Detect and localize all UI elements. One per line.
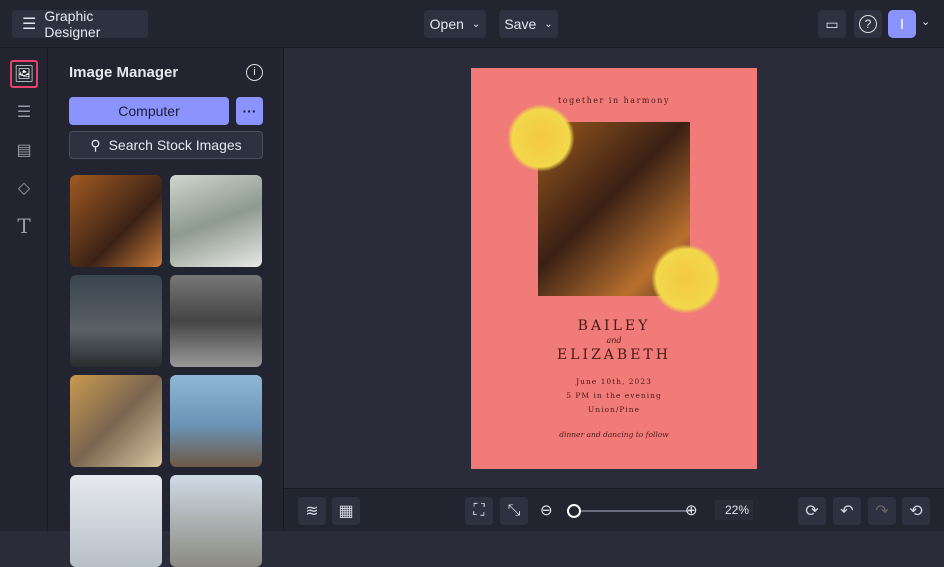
card-date: June 10th, 2023 xyxy=(576,377,652,386)
search-stock-button[interactable]: ⚲ Search Stock Images xyxy=(69,131,263,159)
panel-title: Image Manager xyxy=(69,64,179,81)
layers-button[interactable]: ≋ xyxy=(298,497,326,525)
chevron-down-icon: ⌄ xyxy=(471,18,481,30)
refresh-icon: ⟳ xyxy=(805,503,819,520)
comment-icon: ▭ xyxy=(825,15,839,32)
image-manager-panel: Image Manager i Computer ··· ⚲ Search Sto… xyxy=(48,48,284,567)
help-button[interactable]: ? xyxy=(854,10,882,38)
rotate-button[interactable]: ⟳ xyxy=(798,497,826,525)
card-venue: Union/Pine xyxy=(587,405,641,414)
bottom-toolbar: ≋ ▦ ⛶ ⤡ ⊖ ⊕ 22% ⟳ ↶ ↷ ⟲ xyxy=(284,488,944,531)
grid-button[interactable]: ▦ xyxy=(332,497,360,525)
help-icon: ? xyxy=(859,15,877,33)
tool-rail: 🖼︎ ☰ ▤ ◇ T xyxy=(0,48,48,531)
image-thumbnail[interactable] xyxy=(170,175,262,267)
hamburger-icon: ☰ xyxy=(22,16,37,33)
undo-button[interactable]: ↶ xyxy=(833,497,861,525)
adjustments-icon[interactable]: ☰ xyxy=(10,98,38,126)
menu-button[interactable]: ☰ Graphic Designer xyxy=(12,8,148,40)
shrink-icon: ⤡ xyxy=(507,502,521,519)
image-thumbnail[interactable] xyxy=(170,275,262,367)
image-thumbnail[interactable] xyxy=(70,475,162,567)
search-icon: ⚲ xyxy=(90,136,101,153)
zoom-out-icon[interactable]: ⊖ xyxy=(540,501,553,519)
flower-decoration xyxy=(507,104,575,172)
more-button[interactable]: ··· xyxy=(236,97,263,125)
open-button[interactable]: Open ⌄ xyxy=(424,10,486,38)
chevron-down-icon: ⌄ xyxy=(544,18,553,30)
layers-icon: ≋ xyxy=(305,503,319,520)
text-icon[interactable]: T xyxy=(10,212,38,240)
layout-icon[interactable]: ▤ xyxy=(10,136,38,164)
undo-icon: ↶ xyxy=(840,503,854,520)
zoom-slider-handle[interactable] xyxy=(567,504,582,518)
zoom-value[interactable]: 22% xyxy=(715,500,753,520)
fit-screen-button[interactable]: ⛶ xyxy=(465,497,493,525)
computer-button[interactable]: Computer xyxy=(69,97,229,125)
card-name-2: ELIZABETH xyxy=(557,347,671,363)
shrink-button[interactable]: ⤡ xyxy=(500,497,528,525)
expand-icon: ⛶ xyxy=(473,502,485,519)
chevron-down-icon[interactable]: ⌄ xyxy=(921,15,930,28)
zoom-in-icon[interactable]: ⊕ xyxy=(685,501,698,519)
zoom-slider[interactable] xyxy=(567,504,692,518)
shapes-icon[interactable]: ◇ xyxy=(10,174,38,202)
image-thumbnail[interactable] xyxy=(70,175,162,267)
flower-decoration xyxy=(651,244,721,314)
image-thumbnail[interactable] xyxy=(70,275,162,367)
image-thumbnail[interactable] xyxy=(170,375,262,467)
app-title: Graphic Designer xyxy=(44,8,101,40)
save-label: Save xyxy=(504,16,537,32)
grid-icon: ▦ xyxy=(338,503,354,520)
image-thumbnail[interactable] xyxy=(70,375,162,467)
redo-button[interactable]: ↷ xyxy=(868,497,896,525)
card-footer: dinner and dancing to follow xyxy=(559,430,669,439)
save-button[interactable]: Save ⌄ xyxy=(499,10,558,38)
image-thumbnail[interactable] xyxy=(170,475,262,567)
top-bar: ☰ Graphic Designer Open ⌄ Save ⌄ ▭ ? I ⌄ xyxy=(0,0,944,48)
redo-icon: ↷ xyxy=(875,503,889,520)
card-name-1: BAILEY xyxy=(577,318,651,334)
open-label: Open xyxy=(429,16,464,32)
card-time: 5 PM in the evening xyxy=(566,391,662,400)
history-icon: ⟲ xyxy=(909,503,923,520)
search-label: Search Stock Images xyxy=(108,137,242,153)
avatar[interactable]: I xyxy=(888,10,916,38)
history-button[interactable]: ⟲ xyxy=(902,497,930,525)
comments-button[interactable]: ▭ xyxy=(818,10,846,38)
card-tagline: together in harmony xyxy=(558,96,670,105)
image-icon[interactable]: 🖼︎ xyxy=(10,60,38,88)
info-icon[interactable]: i xyxy=(246,64,263,81)
invitation-card[interactable]: together in harmony BAILEY and ELIZABETH… xyxy=(471,68,757,469)
card-and: and xyxy=(606,336,622,345)
